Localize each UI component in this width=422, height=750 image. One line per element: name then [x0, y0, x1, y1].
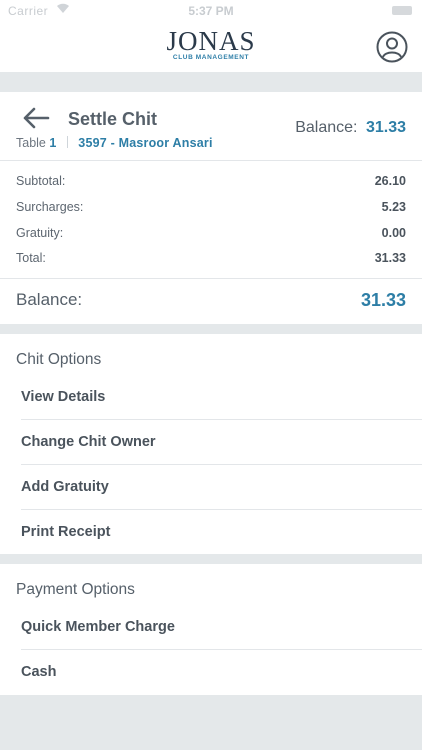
page-title: Settle Chit — [68, 109, 158, 129]
option-label: Print Receipt — [21, 524, 111, 540]
option-label: Add Gratuity — [21, 479, 109, 495]
header-balance-value: 31.33 — [365, 119, 406, 136]
option-change-chit-owner[interactable]: Change Chit Owner — [21, 420, 422, 465]
chit-summary-card: Settle Chit Table 1 3597 - Masroor Ansar… — [0, 92, 422, 324]
option-view-details[interactable]: View Details — [21, 375, 422, 420]
balance-label: Balance: — [16, 290, 83, 309]
battery-icon — [392, 6, 412, 15]
table-number: 1 — [49, 136, 57, 150]
divider — [0, 278, 422, 279]
divider — [0, 160, 422, 161]
option-label: Quick Member Charge — [21, 619, 175, 635]
subtitle-divider — [66, 136, 68, 148]
payment-options-section: Payment Options Quick Member Charge Cash — [0, 564, 422, 695]
summary-value: 0.00 — [381, 226, 406, 240]
summary-value: 5.23 — [381, 200, 406, 214]
user-circle-icon[interactable] — [376, 31, 408, 63]
member-name: 3597 - Masroor Ansari — [78, 136, 213, 150]
option-quick-member-charge[interactable]: Quick Member Charge — [21, 605, 422, 650]
option-label: Cash — [21, 664, 57, 680]
summary-value: 26.10 — [374, 174, 406, 188]
option-add-gratuity[interactable]: Add Gratuity — [21, 465, 422, 510]
summary-value: 31.33 — [374, 251, 406, 265]
summary-row-gratuity: Gratuity: 0.00 — [16, 226, 406, 244]
app-header: JONAS CLUB MANAGEMENT — [0, 22, 422, 72]
summary-row-subtotal: Subtotal: 26.10 — [16, 174, 406, 192]
status-time: 5:37 PM — [188, 4, 234, 18]
section-title: Chit Options — [16, 351, 102, 368]
option-cash[interactable]: Cash — [21, 650, 422, 695]
summary-row-total: Total: 31.33 — [16, 251, 406, 269]
summary-label: Subtotal: — [16, 174, 66, 188]
header-balance: Balance: 31.33 — [295, 119, 406, 137]
arrow-left-icon[interactable] — [22, 107, 50, 129]
header-balance-label: Balance: — [295, 119, 358, 136]
chit-options-section: Chit Options View Details Change Chit Ow… — [0, 334, 422, 554]
chit-subtitle: Table 1 3597 - Masroor Ansari — [16, 136, 213, 150]
jonas-logo: JONAS CLUB MANAGEMENT — [0, 26, 422, 62]
summary-label: Surcharges: — [16, 200, 84, 214]
logo-tagline: CLUB MANAGEMENT — [172, 54, 250, 61]
table-label: Table — [16, 136, 46, 150]
status-bar: Carrier 5:37 PM — [0, 0, 422, 22]
option-label: View Details — [21, 389, 106, 405]
section-title: Payment Options — [16, 581, 135, 598]
summary-row-surcharges: Surcharges: 5.23 — [16, 200, 406, 218]
summary-label: Total: — [16, 251, 46, 265]
balance-value: 31.33 — [360, 290, 406, 310]
balance-row: Balance: 31.33 — [16, 290, 406, 312]
option-label: Change Chit Owner — [21, 434, 156, 450]
logo-wordmark: JONAS — [166, 26, 256, 56]
summary-label: Gratuity: — [16, 226, 64, 240]
option-print-receipt[interactable]: Print Receipt — [21, 510, 422, 555]
